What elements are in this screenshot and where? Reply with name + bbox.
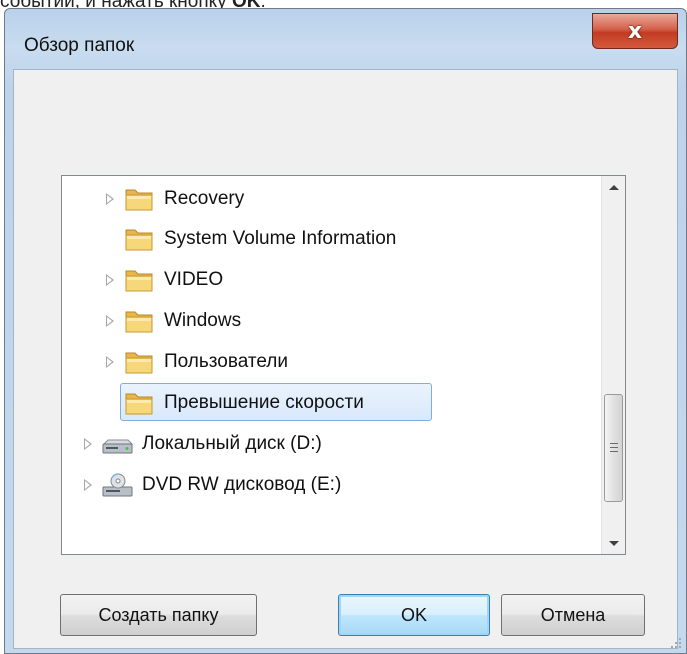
grip-line bbox=[610, 447, 618, 448]
close-button[interactable]: x bbox=[592, 13, 678, 49]
cancel-button[interactable]: Отмена bbox=[501, 594, 645, 636]
expand-arrow-icon[interactable] bbox=[106, 193, 114, 205]
expand-arrow-icon[interactable] bbox=[106, 315, 114, 327]
tree-item-label: Recovery bbox=[164, 188, 245, 209]
title-bar[interactable]: Обзор папок x bbox=[5, 9, 686, 69]
hard-drive-icon bbox=[102, 439, 134, 454]
folder-icon bbox=[125, 229, 153, 251]
arrow-up-icon bbox=[609, 184, 619, 190]
folder-icon bbox=[125, 189, 153, 211]
expand-arrow-icon[interactable] bbox=[84, 438, 92, 450]
scroll-thumb[interactable] bbox=[604, 394, 623, 502]
folder-tree[interactable]: Recovery System Volume Information VIDEO… bbox=[61, 175, 626, 555]
vertical-scrollbar[interactable] bbox=[601, 176, 625, 554]
tree-item-label: System Volume Information bbox=[164, 228, 397, 249]
tree-item-dvd-drive-e[interactable]: DVD RW дисковод (E:) bbox=[62, 465, 599, 505]
ok-button[interactable]: OK bbox=[338, 594, 490, 636]
tree-item-label: VIDEO bbox=[164, 269, 224, 290]
tree-item-label: Превышение скорости bbox=[164, 392, 364, 413]
scroll-up-button[interactable] bbox=[602, 176, 625, 198]
dialog-client-area: Recovery System Volume Information VIDEO… bbox=[13, 69, 678, 649]
expand-arrow-icon[interactable] bbox=[84, 479, 92, 491]
tree-item-video[interactable]: VIDEO bbox=[62, 260, 599, 300]
close-icon: x bbox=[627, 18, 643, 44]
tree-item-speeding[interactable]: Превышение скорости bbox=[62, 383, 599, 423]
tree-item-label: Пользователи bbox=[164, 351, 289, 372]
resize-grip-icon[interactable] bbox=[669, 636, 683, 650]
grip-line bbox=[610, 443, 618, 444]
folder-icon bbox=[125, 393, 153, 415]
scroll-down-button[interactable] bbox=[602, 532, 625, 554]
tree-item-label: Локальный диск (D:) bbox=[142, 433, 322, 454]
tree-item-users[interactable]: Пользователи bbox=[62, 342, 599, 382]
tree-item-label: DVD RW дисковод (E:) bbox=[142, 474, 342, 495]
tree-item-system-volume-information[interactable]: System Volume Information bbox=[62, 219, 599, 259]
tree-item-windows[interactable]: Windows bbox=[62, 301, 599, 341]
tree-item-local-disk-d[interactable]: Локальный диск (D:) bbox=[62, 424, 599, 464]
browse-folders-dialog: Обзор папок x Recovery System Volume Inf… bbox=[4, 8, 687, 654]
grip-line bbox=[610, 451, 618, 452]
tree-item-recovery[interactable]: Recovery bbox=[62, 179, 599, 219]
dvd-drive-icon bbox=[102, 473, 133, 497]
expand-arrow-icon[interactable] bbox=[106, 356, 114, 368]
tree-item-label: Windows bbox=[164, 310, 242, 331]
folder-icon bbox=[125, 311, 153, 333]
dialog-title: Обзор папок bbox=[24, 35, 135, 56]
new-folder-button[interactable]: Создать папку bbox=[60, 594, 257, 636]
folder-icon bbox=[125, 270, 153, 292]
arrow-down-icon bbox=[609, 540, 619, 546]
expand-arrow-icon[interactable] bbox=[106, 274, 114, 286]
folder-icon bbox=[125, 352, 153, 374]
